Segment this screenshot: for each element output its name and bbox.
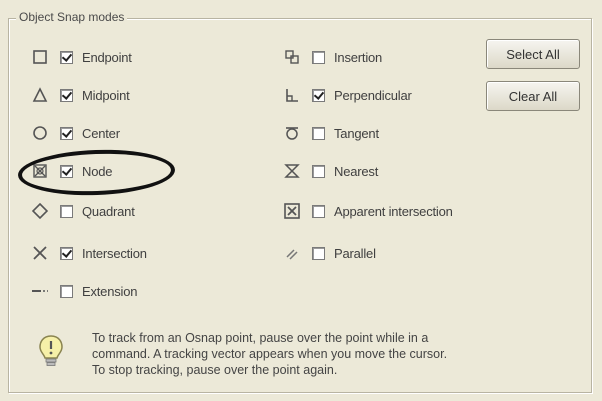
endpoint-checkbox[interactable] bbox=[60, 50, 73, 64]
quadrant-label: Quadrant bbox=[82, 203, 135, 219]
diamond-icon bbox=[30, 201, 50, 221]
midpoint-label: Midpoint bbox=[82, 87, 130, 103]
midpoint-checkbox[interactable] bbox=[60, 88, 73, 102]
intersection-label: Intersection bbox=[82, 245, 147, 261]
osnap-intersection[interactable]: Intersection bbox=[30, 242, 147, 264]
note-line-3: To stop tracking, pause over the point a… bbox=[92, 363, 338, 377]
insertion-icon bbox=[282, 47, 302, 67]
nearest-checkbox[interactable] bbox=[312, 164, 325, 178]
tangent-checkbox[interactable] bbox=[312, 126, 325, 140]
osnap-perpendicular[interactable]: Perpendicular bbox=[282, 84, 412, 106]
tangent-icon bbox=[282, 123, 302, 143]
osnap-nearest[interactable]: Nearest bbox=[282, 160, 378, 182]
perpendicular-icon bbox=[282, 85, 302, 105]
lightbulb-icon bbox=[38, 334, 64, 371]
parallel-checkbox[interactable] bbox=[312, 246, 325, 260]
extension-icon bbox=[30, 281, 50, 301]
apparent-intersection-icon bbox=[282, 201, 302, 221]
nearest-label: Nearest bbox=[334, 163, 379, 179]
tracking-note: To track from an Osnap point, pause over… bbox=[92, 330, 552, 378]
insertion-label: Insertion bbox=[334, 49, 383, 65]
quadrant-checkbox[interactable] bbox=[60, 204, 73, 218]
osnap-midpoint[interactable]: Midpoint bbox=[30, 84, 130, 106]
osnap-endpoint[interactable]: Endpoint bbox=[30, 46, 132, 68]
apparent-intersection-checkbox[interactable] bbox=[312, 204, 325, 218]
extension-checkbox[interactable] bbox=[60, 284, 73, 298]
insertion-checkbox[interactable] bbox=[312, 50, 325, 64]
center-checkbox[interactable] bbox=[60, 126, 73, 140]
circle-icon bbox=[30, 123, 50, 143]
square-icon bbox=[30, 47, 50, 67]
apparent-intersection-label: Apparent intersection bbox=[334, 203, 453, 219]
x-icon bbox=[30, 243, 50, 263]
osnap-parallel[interactable]: Parallel bbox=[282, 242, 376, 264]
select-all-button[interactable]: Select All bbox=[486, 39, 580, 69]
nearest-icon bbox=[282, 161, 302, 181]
osnap-insertion[interactable]: Insertion bbox=[282, 46, 382, 68]
parallel-icon bbox=[282, 243, 302, 263]
triangle-icon bbox=[30, 85, 50, 105]
osnap-center[interactable]: Center bbox=[30, 122, 120, 144]
osnap-extension[interactable]: Extension bbox=[30, 280, 137, 302]
osnap-tangent[interactable]: Tangent bbox=[282, 122, 379, 144]
note-line-1: To track from an Osnap point, pause over… bbox=[92, 331, 429, 345]
osnap-apparent-intersection[interactable]: Apparent intersection bbox=[282, 200, 453, 222]
center-label: Center bbox=[82, 125, 120, 141]
intersection-checkbox[interactable] bbox=[60, 246, 73, 260]
note-line-2: command. A tracking vector appears when … bbox=[92, 347, 448, 361]
perpendicular-checkbox[interactable] bbox=[312, 88, 325, 102]
clear-all-button[interactable]: Clear All bbox=[486, 81, 580, 111]
group-title: Object Snap modes bbox=[16, 10, 128, 24]
endpoint-label: Endpoint bbox=[82, 49, 132, 65]
perpendicular-label: Perpendicular bbox=[334, 87, 412, 103]
tangent-label: Tangent bbox=[334, 125, 379, 141]
extension-label: Extension bbox=[82, 283, 138, 299]
osnap-quadrant[interactable]: Quadrant bbox=[30, 200, 135, 222]
parallel-label: Parallel bbox=[334, 245, 376, 261]
